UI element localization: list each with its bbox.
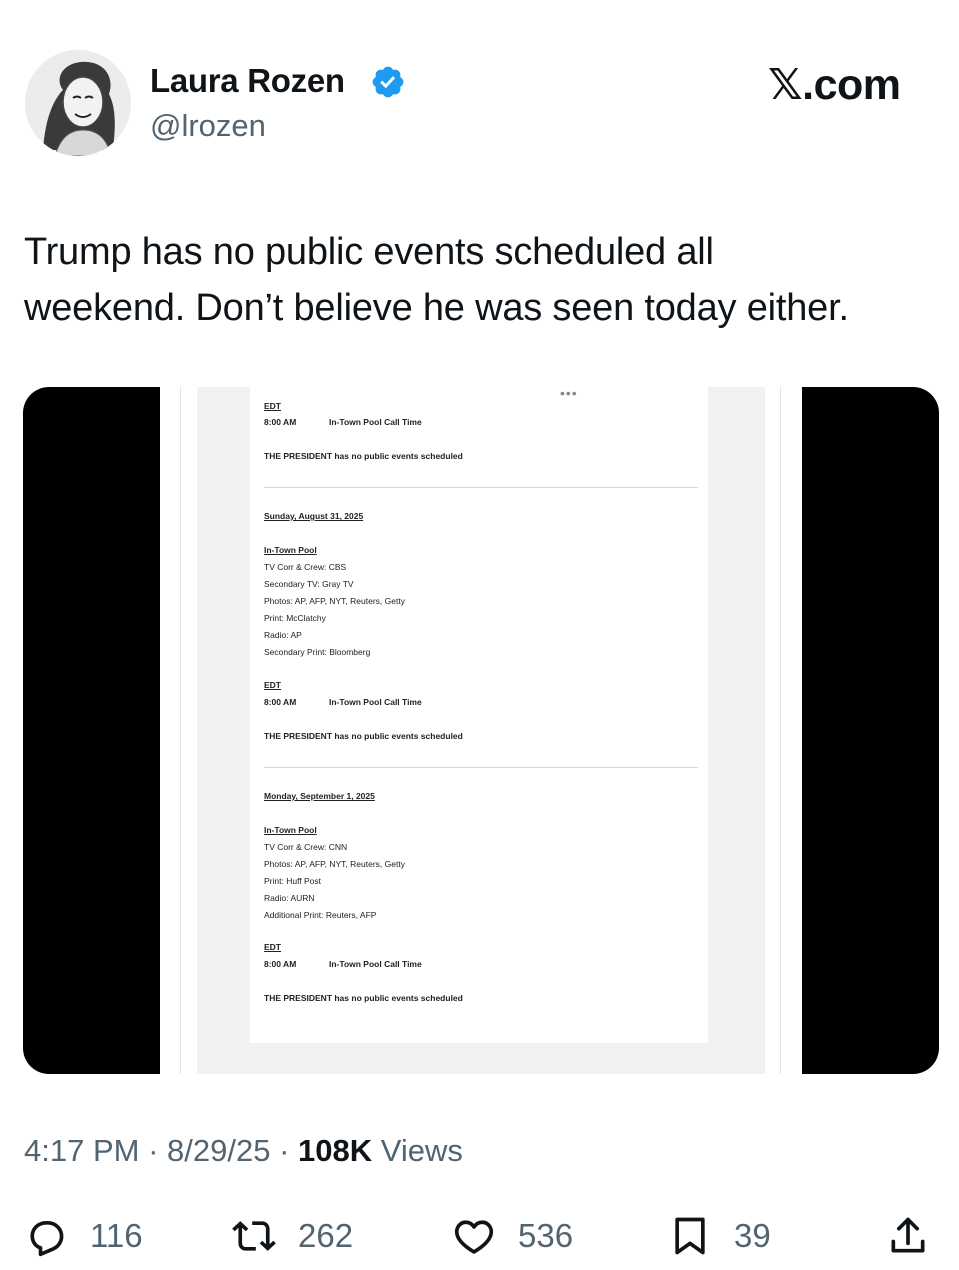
more-dots-icon: ••• [560,387,578,401]
scan-edge-right [780,387,781,1074]
doc-event: In-Town Pool Call Time [329,417,422,427]
doc-pool-line: Secondary TV: Gray TV [264,579,354,589]
doc-timezone: EDT [264,942,281,952]
views-label: Views [380,1133,463,1168]
doc-event: In-Town Pool Call Time [329,959,422,969]
doc-pool-line: Photos: AP, AFP, NYT, Reuters, Getty [264,596,405,606]
doc-time: 8:00 AM [264,417,297,427]
like-count: 536 [518,1217,574,1254]
repost-icon [232,1221,276,1251]
schedule-document: ••• EDT 8:00 AM In-Town Pool Call Time T… [250,387,708,1043]
tweet-text: Trump has no public events scheduled all… [24,224,944,336]
repost-count: 262 [298,1217,354,1254]
doc-event: In-Town Pool Call Time [329,697,422,707]
author-avatar[interactable] [25,50,131,156]
doc-pool-line: Additional Print: Reuters, AFP [264,910,377,920]
doc-time: 8:00 AM [264,697,297,707]
doc-pool-line: Radio: AURN [264,893,315,903]
reply-button[interactable]: 116 [24,1210,143,1262]
author-handle[interactable]: @lrozen [150,108,266,144]
tweet-meta: 4:17 PM · 8/29/25 · 108K Views [24,1133,463,1169]
heart-icon [454,1220,494,1254]
doc-date-sunday: Sunday, August 31, 2025 [264,511,364,521]
views-count: 108K [298,1133,373,1168]
doc-timezone: EDT [264,401,281,411]
doc-status: THE PRESIDENT has no public events sched… [264,451,463,461]
reply-icon [30,1220,64,1257]
author-name[interactable]: Laura Rozen [150,62,345,100]
doc-divider [264,487,698,488]
share-button[interactable] [886,1210,930,1262]
doc-status: THE PRESIDENT has no public events sched… [264,731,463,741]
doc-status: THE PRESIDENT has no public events sched… [264,993,463,1003]
tweet-date[interactable]: 8/29/25 [167,1133,270,1168]
brand-logo: 𝕏.com [768,61,901,109]
meta-separator: · [148,1133,159,1168]
doc-timezone: EDT [264,680,281,690]
doc-pool-line: Secondary Print: Bloomberg [264,647,371,657]
doc-pool-line: Print: McClatchy [264,613,326,623]
tweet-text-line-2: weekend. Don’t believe he was seen today… [24,287,849,329]
doc-pool-heading: In-Town Pool [264,825,317,835]
meta-separator: · [279,1133,290,1168]
doc-divider [264,767,698,768]
doc-pool-heading: In-Town Pool [264,545,317,555]
doc-pool-line: Radio: AP [264,630,302,640]
bookmark-icon [675,1217,705,1255]
tweet-media-image[interactable]: ••• EDT 8:00 AM In-Town Pool Call Time T… [23,387,939,1074]
doc-pool-line: TV Corr & Crew: CNN [264,842,348,852]
bookmark-button[interactable]: 39 [668,1210,771,1262]
doc-date-monday: Monday, September 1, 2025 [264,791,375,801]
repost-button[interactable]: 262 [232,1210,353,1262]
share-icon [891,1217,925,1253]
doc-pool-line: TV Corr & Crew: CBS [264,562,347,572]
tweet-time[interactable]: 4:17 PM [24,1133,139,1168]
verified-badge-icon [372,66,404,98]
doc-pool-line: Photos: AP, AFP, NYT, Reuters, Getty [264,859,405,869]
reply-count: 116 [90,1217,143,1254]
bookmark-count: 39 [734,1217,771,1254]
scan-edge-left [180,387,181,1074]
doc-pool-line: Print: Huff Post [264,876,322,886]
avatar-portrait-icon [25,50,131,156]
document-scan: ••• EDT 8:00 AM In-Town Pool Call Time T… [160,387,802,1074]
like-button[interactable]: 536 [452,1210,573,1262]
tweet-text-line-1: Trump has no public events scheduled all [24,231,714,273]
doc-time: 8:00 AM [264,959,297,969]
